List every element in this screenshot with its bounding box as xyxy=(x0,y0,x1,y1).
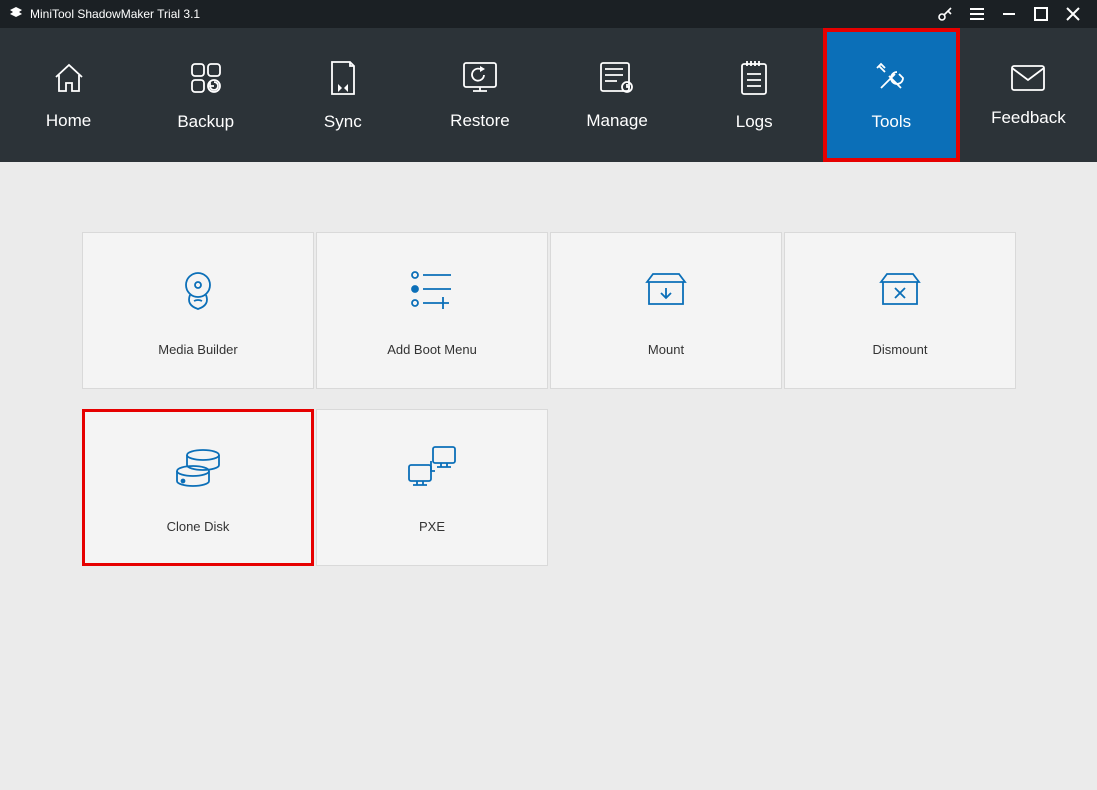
tools-content: Media Builder Add Boot Menu Mount Dismou… xyxy=(0,162,1097,636)
card-dismount-label: Dismount xyxy=(873,342,928,357)
tab-tools[interactable]: Tools xyxy=(823,28,960,162)
card-pxe[interactable]: PXE xyxy=(316,409,548,566)
titlebar: MiniTool ShadowMaker Trial 3.1 xyxy=(0,0,1097,28)
maximize-icon xyxy=(1034,7,1048,21)
tab-manage-label: Manage xyxy=(586,111,647,131)
restore-icon xyxy=(459,59,501,97)
card-media-builder-label: Media Builder xyxy=(158,342,238,357)
sync-icon xyxy=(326,58,360,98)
backup-icon xyxy=(186,58,226,98)
card-mount-label: Mount xyxy=(648,342,684,357)
tab-backup[interactable]: Backup xyxy=(137,28,274,162)
tab-logs[interactable]: Logs xyxy=(686,28,823,162)
tab-logs-label: Logs xyxy=(736,112,773,132)
nav-tabbar: Home Backup Sync Restore Manage Logs Too… xyxy=(0,28,1097,162)
app-title: MiniTool ShadowMaker Trial 3.1 xyxy=(30,7,200,21)
tab-tools-label: Tools xyxy=(871,112,911,132)
card-add-boot-menu[interactable]: Add Boot Menu xyxy=(316,232,548,389)
tools-icon xyxy=(871,58,911,98)
home-icon xyxy=(50,59,88,97)
mount-icon xyxy=(643,268,689,310)
close-icon xyxy=(1065,6,1081,22)
tab-manage[interactable]: Manage xyxy=(549,28,686,162)
tab-feedback-label: Feedback xyxy=(991,108,1066,128)
card-clone-disk-label: Clone Disk xyxy=(167,519,230,534)
menu-button[interactable] xyxy=(961,0,993,28)
hamburger-icon xyxy=(968,5,986,23)
media-builder-icon xyxy=(174,265,222,313)
tab-home[interactable]: Home xyxy=(0,28,137,162)
tab-sync[interactable]: Sync xyxy=(274,28,411,162)
minimize-button[interactable] xyxy=(993,0,1025,28)
card-mount[interactable]: Mount xyxy=(550,232,782,389)
app-logo: MiniTool ShadowMaker Trial 3.1 xyxy=(8,6,200,22)
close-button[interactable] xyxy=(1057,0,1089,28)
feedback-icon xyxy=(1008,62,1048,94)
tools-grid: Media Builder Add Boot Menu Mount Dismou… xyxy=(82,232,1015,566)
add-boot-menu-icon xyxy=(407,267,457,311)
tab-restore[interactable]: Restore xyxy=(411,28,548,162)
dismount-icon xyxy=(877,268,923,310)
tab-home-label: Home xyxy=(46,111,91,131)
tab-sync-label: Sync xyxy=(324,112,362,132)
card-clone-disk[interactable]: Clone Disk xyxy=(82,409,314,566)
card-pxe-label: PXE xyxy=(419,519,445,534)
tab-feedback[interactable]: Feedback xyxy=(960,28,1097,162)
tab-restore-label: Restore xyxy=(450,111,510,131)
key-icon xyxy=(936,5,954,23)
card-dismount[interactable]: Dismount xyxy=(784,232,1016,389)
maximize-button[interactable] xyxy=(1025,0,1057,28)
key-button[interactable] xyxy=(929,0,961,28)
tab-backup-label: Backup xyxy=(177,112,234,132)
manage-icon xyxy=(597,59,637,97)
app-icon xyxy=(8,6,24,22)
card-media-builder[interactable]: Media Builder xyxy=(82,232,314,389)
minimize-icon xyxy=(1000,5,1018,23)
clone-disk-icon xyxy=(171,443,225,489)
logs-icon xyxy=(737,58,771,98)
pxe-icon xyxy=(405,443,459,489)
card-add-boot-menu-label: Add Boot Menu xyxy=(387,342,477,357)
